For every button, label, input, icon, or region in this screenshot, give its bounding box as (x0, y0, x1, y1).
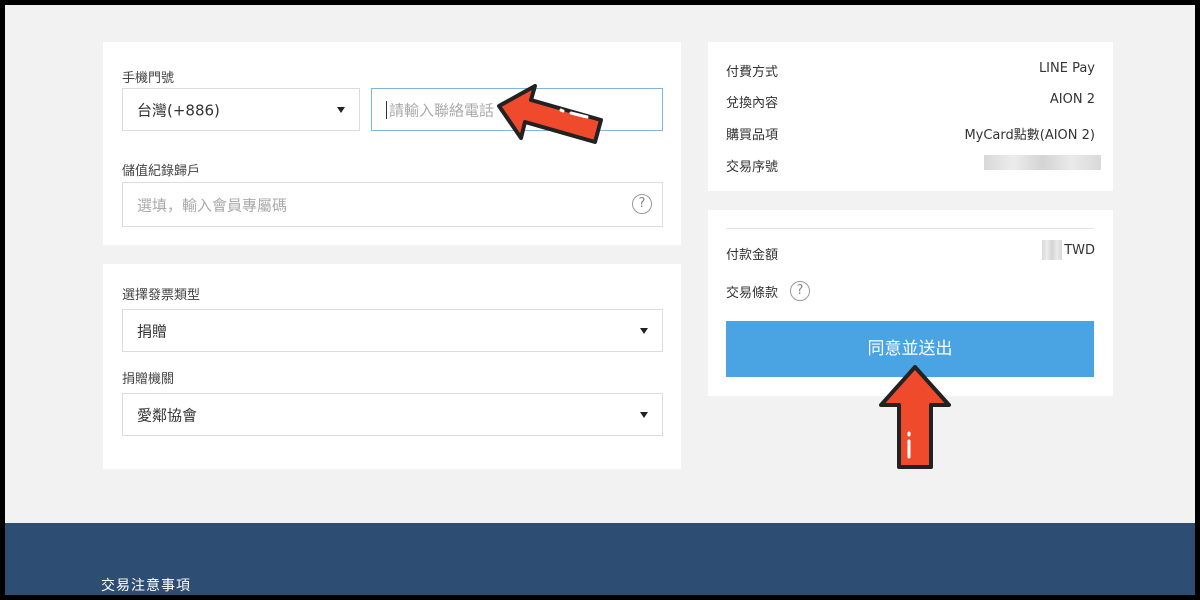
order-info-card: 付費方式 LINE Pay 兌換內容 AION 2 購買品項 MyCard點數(… (708, 42, 1113, 191)
divider (726, 228, 1094, 229)
amount-redacted (1042, 240, 1062, 260)
record-label: 儲值紀錄歸戶 (122, 164, 201, 179)
exchange-content-value: AION 2 (1049, 92, 1095, 107)
help-icon[interactable]: ? (790, 281, 810, 301)
phone-label: 手機門號 (122, 71, 175, 86)
phone-placeholder: 請輸入聯絡電話 (389, 101, 495, 119)
donation-org-label: 捐贈機關 (122, 372, 175, 387)
terms-label: 交易條款 (726, 286, 779, 301)
help-icon[interactable]: ? (632, 194, 652, 214)
transaction-id-redacted (984, 155, 1101, 170)
invoice-card: 選擇發票類型 捐贈 捐贈機關 愛鄰協會 (103, 264, 681, 469)
payment-method-label: 付費方式 (726, 65, 779, 80)
amount-currency: TWD (1064, 243, 1095, 258)
donation-org-select[interactable]: 愛鄰協會 (122, 393, 663, 436)
exchange-content-label: 兌換內容 (726, 96, 779, 111)
payment-method-value: LINE Pay (1038, 61, 1095, 76)
arrow-pointer-icon (879, 365, 951, 469)
donation-org-value: 愛鄰協會 (137, 406, 198, 424)
purchase-item-value: MyCard點數(AION 2) (964, 128, 1095, 143)
text-cursor (386, 101, 387, 119)
notice-footer: 交易注意事項 (5, 523, 1195, 595)
transaction-id-label: 交易序號 (726, 160, 779, 175)
country-code-select[interactable]: 台灣(+886) (122, 88, 360, 131)
page-frame: 手機門號 台灣(+886) 請輸入聯絡電話 儲值紀錄歸戶 選填，輸入會員專屬碼 … (5, 5, 1195, 595)
arrow-pointer-icon (497, 84, 603, 144)
member-code-input[interactable]: 選填，輸入會員專屬碼 ? (122, 182, 663, 227)
chevron-down-icon (640, 327, 648, 334)
country-code-value: 台灣(+886) (137, 101, 220, 119)
member-code-placeholder: 選填，輸入會員專屬碼 (137, 196, 288, 214)
amount-label: 付款金額 (726, 248, 779, 263)
invoice-type-select[interactable]: 捐贈 (122, 309, 663, 352)
chevron-down-icon (337, 106, 345, 113)
notice-title: 交易注意事項 (101, 578, 191, 594)
invoice-type-label: 選擇發票類型 (122, 288, 201, 303)
purchase-item-label: 購買品項 (726, 128, 779, 143)
chevron-down-icon (640, 411, 648, 418)
invoice-type-value: 捐贈 (137, 322, 168, 340)
